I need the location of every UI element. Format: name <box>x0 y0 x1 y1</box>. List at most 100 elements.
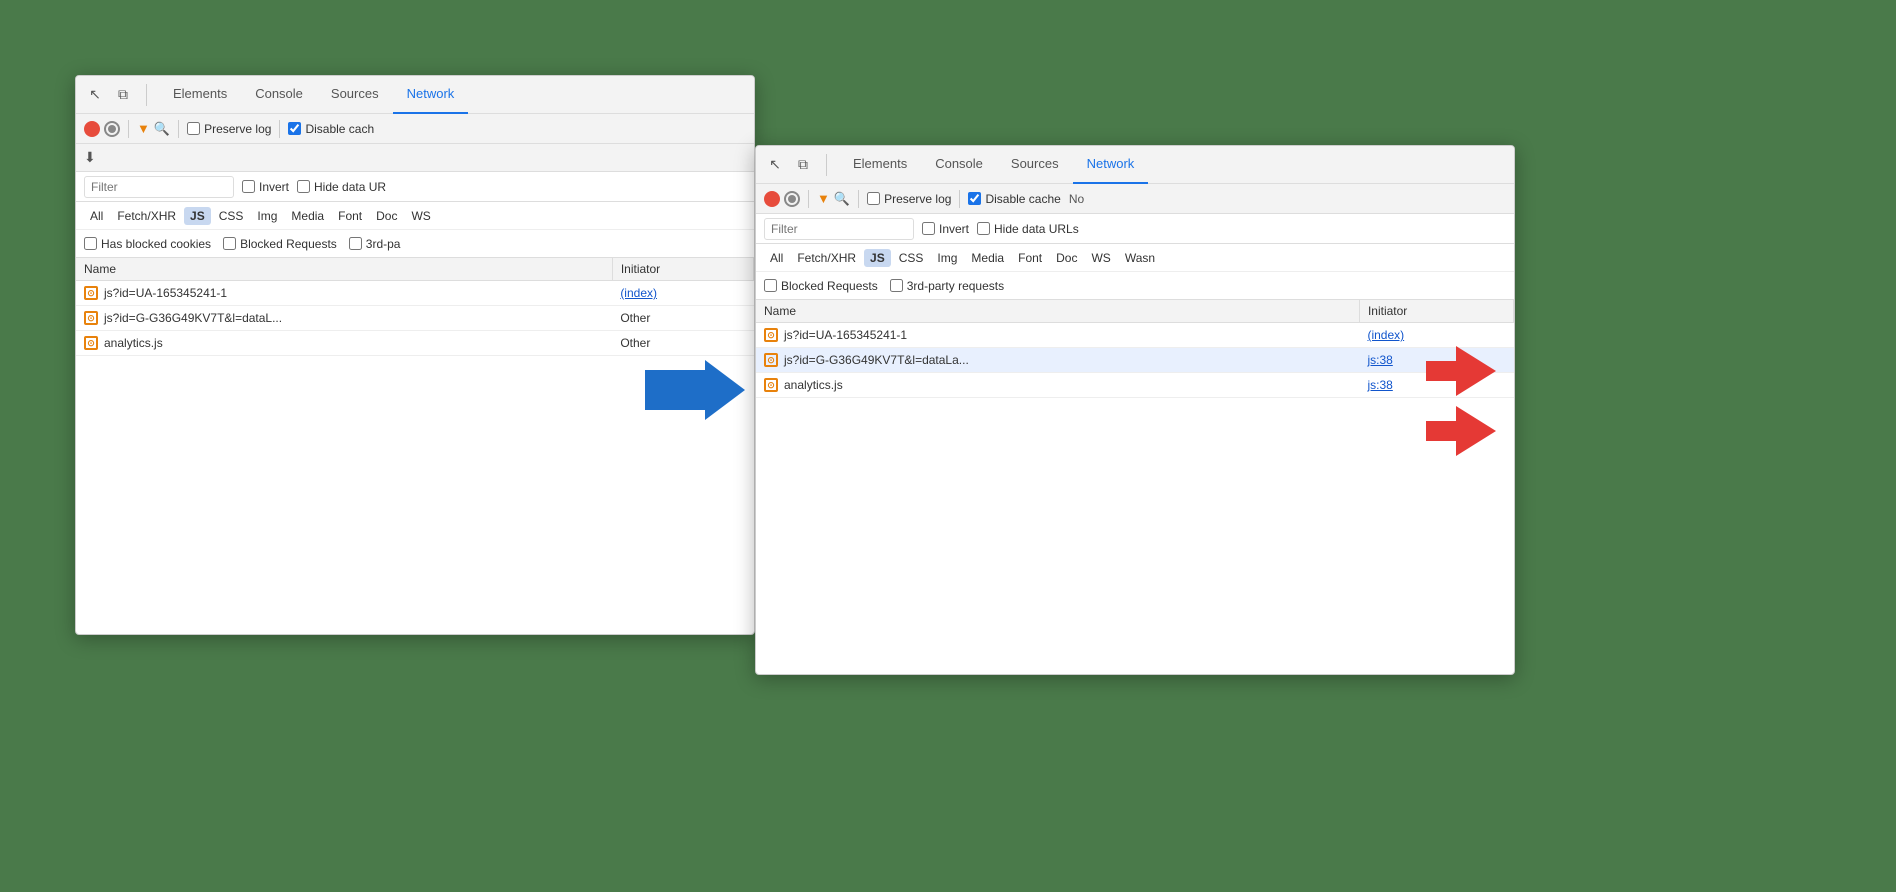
filter-icon-left[interactable]: ▼ <box>137 121 150 136</box>
type-css-left[interactable]: CSS <box>213 207 250 225</box>
hide-urls-checkbox-left[interactable] <box>297 180 310 193</box>
row3-name-left: ⊙ analytics.js <box>76 331 612 356</box>
type-filter-row-right: All Fetch/XHR JS CSS Img Media Font Doc … <box>756 244 1514 272</box>
toolbar-icons-right: ↖ ⧉ <box>764 154 827 176</box>
stop-button-left[interactable] <box>104 121 120 137</box>
preserve-log-checkbox-left[interactable] <box>187 122 200 135</box>
tab-bar-left: ↖ ⧉ Elements Console Sources Network <box>76 76 754 114</box>
type-all-right[interactable]: All <box>764 249 789 267</box>
invert-label-right[interactable]: Invert <box>922 222 969 236</box>
disable-cache-label-left[interactable]: Disable cach <box>288 122 374 136</box>
type-font-right[interactable]: Font <box>1012 249 1048 267</box>
layers-icon[interactable]: ⧉ <box>112 84 134 106</box>
type-font-left[interactable]: Font <box>332 207 368 225</box>
table-row[interactable]: ⊙ js?id=G-G36G49KV7T&l=dataL... Other <box>76 306 754 331</box>
type-media-right[interactable]: Media <box>965 249 1010 267</box>
toolbar-row1-left: ▼ 🔍 Preserve log Disable cach <box>76 114 754 144</box>
sep3-left <box>279 120 280 138</box>
blocked-requests-label-right[interactable]: Blocked Requests <box>764 279 878 293</box>
filter-input-right[interactable] <box>764 218 914 240</box>
row1-initiator-right[interactable]: (index) <box>1359 323 1513 348</box>
tab-elements-right[interactable]: Elements <box>839 146 921 184</box>
type-doc-right[interactable]: Doc <box>1050 249 1083 267</box>
3rdparty-label-left[interactable]: 3rd-pa <box>349 237 401 251</box>
blocked-requests-label-left[interactable]: Blocked Requests <box>223 237 337 251</box>
no-label-right: No <box>1069 192 1084 206</box>
tab-console-right[interactable]: Console <box>921 146 997 184</box>
toolbar-row1-right: ▼ 🔍 Preserve log Disable cache No <box>756 184 1514 214</box>
row2-name-left: ⊙ js?id=G-G36G49KV7T&l=dataL... <box>76 306 612 331</box>
tab-sources-left[interactable]: Sources <box>317 76 393 114</box>
tab-network-left[interactable]: Network <box>393 76 469 114</box>
download-icon-left[interactable]: ⬇ <box>84 149 96 166</box>
blocked-requests-checkbox-right[interactable] <box>764 279 777 292</box>
type-img-right[interactable]: Img <box>931 249 963 267</box>
table-row[interactable]: ⊙ analytics.js js:38 <box>756 373 1514 398</box>
tab-elements-left[interactable]: Elements <box>159 76 241 114</box>
disable-cache-label-right[interactable]: Disable cache <box>968 192 1060 206</box>
type-ws-right[interactable]: WS <box>1085 249 1116 267</box>
tab-console-left[interactable]: Console <box>241 76 317 114</box>
type-media-left[interactable]: Media <box>285 207 330 225</box>
network-table-left: Name Initiator ⊙ js?id=UA-165345241-1 (i… <box>76 258 754 356</box>
3rdparty-checkbox-right[interactable] <box>890 279 903 292</box>
record-button-right[interactable] <box>764 191 780 207</box>
type-wasn-right[interactable]: Wasn <box>1119 249 1161 267</box>
row2-initiator-left: Other <box>612 306 753 331</box>
row1-icon-right: ⊙ <box>764 328 778 342</box>
type-css-right[interactable]: CSS <box>893 249 930 267</box>
type-fetch-left[interactable]: Fetch/XHR <box>111 207 182 225</box>
devtools-panel-left: ↖ ⧉ Elements Console Sources Network ▼ 🔍… <box>75 75 755 635</box>
type-ws-left[interactable]: WS <box>405 207 436 225</box>
disable-cache-checkbox-right[interactable] <box>968 192 981 205</box>
preserve-log-label-right[interactable]: Preserve log <box>867 192 951 206</box>
row3-initiator-left: Other <box>612 331 753 356</box>
table-row[interactable]: ⊙ js?id=UA-165345241-1 (index) <box>76 281 754 306</box>
type-js-right[interactable]: JS <box>864 249 891 267</box>
preserve-log-label-left[interactable]: Preserve log <box>187 122 271 136</box>
invert-checkbox-left[interactable] <box>242 180 255 193</box>
type-img-left[interactable]: Img <box>251 207 283 225</box>
table-row[interactable]: ⊙ js?id=UA-165345241-1 (index) <box>756 323 1514 348</box>
invert-checkbox-right[interactable] <box>922 222 935 235</box>
type-fetch-right[interactable]: Fetch/XHR <box>791 249 862 267</box>
blocked-cookies-checkbox-left[interactable] <box>84 237 97 250</box>
disable-cache-checkbox-left[interactable] <box>288 122 301 135</box>
devtools-panel-right: ↖ ⧉ Elements Console Sources Network ▼ 🔍… <box>755 145 1515 675</box>
sep1-left <box>128 120 129 138</box>
col-initiator-right[interactable]: Initiator <box>1359 300 1513 323</box>
hide-urls-checkbox-right[interactable] <box>977 222 990 235</box>
stop-button-right[interactable] <box>784 191 800 207</box>
hide-urls-label-right[interactable]: Hide data URLs <box>977 222 1079 236</box>
row1-initiator-left[interactable]: (index) <box>612 281 753 306</box>
type-filter-row-left: All Fetch/XHR JS CSS Img Media Font Doc … <box>76 202 754 230</box>
type-all-left[interactable]: All <box>84 207 109 225</box>
preserve-log-checkbox-right[interactable] <box>867 192 880 205</box>
row2-name-right: ⊙ js?id=G-G36G49KV7T&l=dataLa... <box>756 348 1359 373</box>
cursor-icon-right[interactable]: ↖ <box>764 154 786 176</box>
type-doc-left[interactable]: Doc <box>370 207 403 225</box>
tab-sources-right[interactable]: Sources <box>997 146 1073 184</box>
table-row[interactable]: ⊙ analytics.js Other <box>76 331 754 356</box>
record-button-left[interactable] <box>84 121 100 137</box>
tab-network-right[interactable]: Network <box>1073 146 1149 184</box>
col-name-left[interactable]: Name <box>76 258 612 281</box>
type-js-left[interactable]: JS <box>184 207 211 225</box>
col-name-right[interactable]: Name <box>756 300 1359 323</box>
row3-icon-right: ⊙ <box>764 378 778 392</box>
layers-icon-right[interactable]: ⧉ <box>792 154 814 176</box>
search-icon-left[interactable]: 🔍 <box>154 121 170 137</box>
3rdparty-checkbox-left[interactable] <box>349 237 362 250</box>
invert-label-left[interactable]: Invert <box>242 180 289 194</box>
filter-input-left[interactable] <box>84 176 234 198</box>
col-initiator-left[interactable]: Initiator <box>612 258 753 281</box>
search-icon-right[interactable]: 🔍 <box>834 191 850 207</box>
blocked-requests-checkbox-left[interactable] <box>223 237 236 250</box>
cursor-icon[interactable]: ↖ <box>84 84 106 106</box>
sep3-right <box>959 190 960 208</box>
filter-icon-right[interactable]: ▼ <box>817 191 830 206</box>
3rdparty-label-right[interactable]: 3rd-party requests <box>890 279 1004 293</box>
blocked-cookies-label-left[interactable]: Has blocked cookies <box>84 237 211 251</box>
table-row-highlighted[interactable]: ⊙ js?id=G-G36G49KV7T&l=dataLa... js:38 <box>756 348 1514 373</box>
hide-urls-label-left[interactable]: Hide data UR <box>297 180 386 194</box>
